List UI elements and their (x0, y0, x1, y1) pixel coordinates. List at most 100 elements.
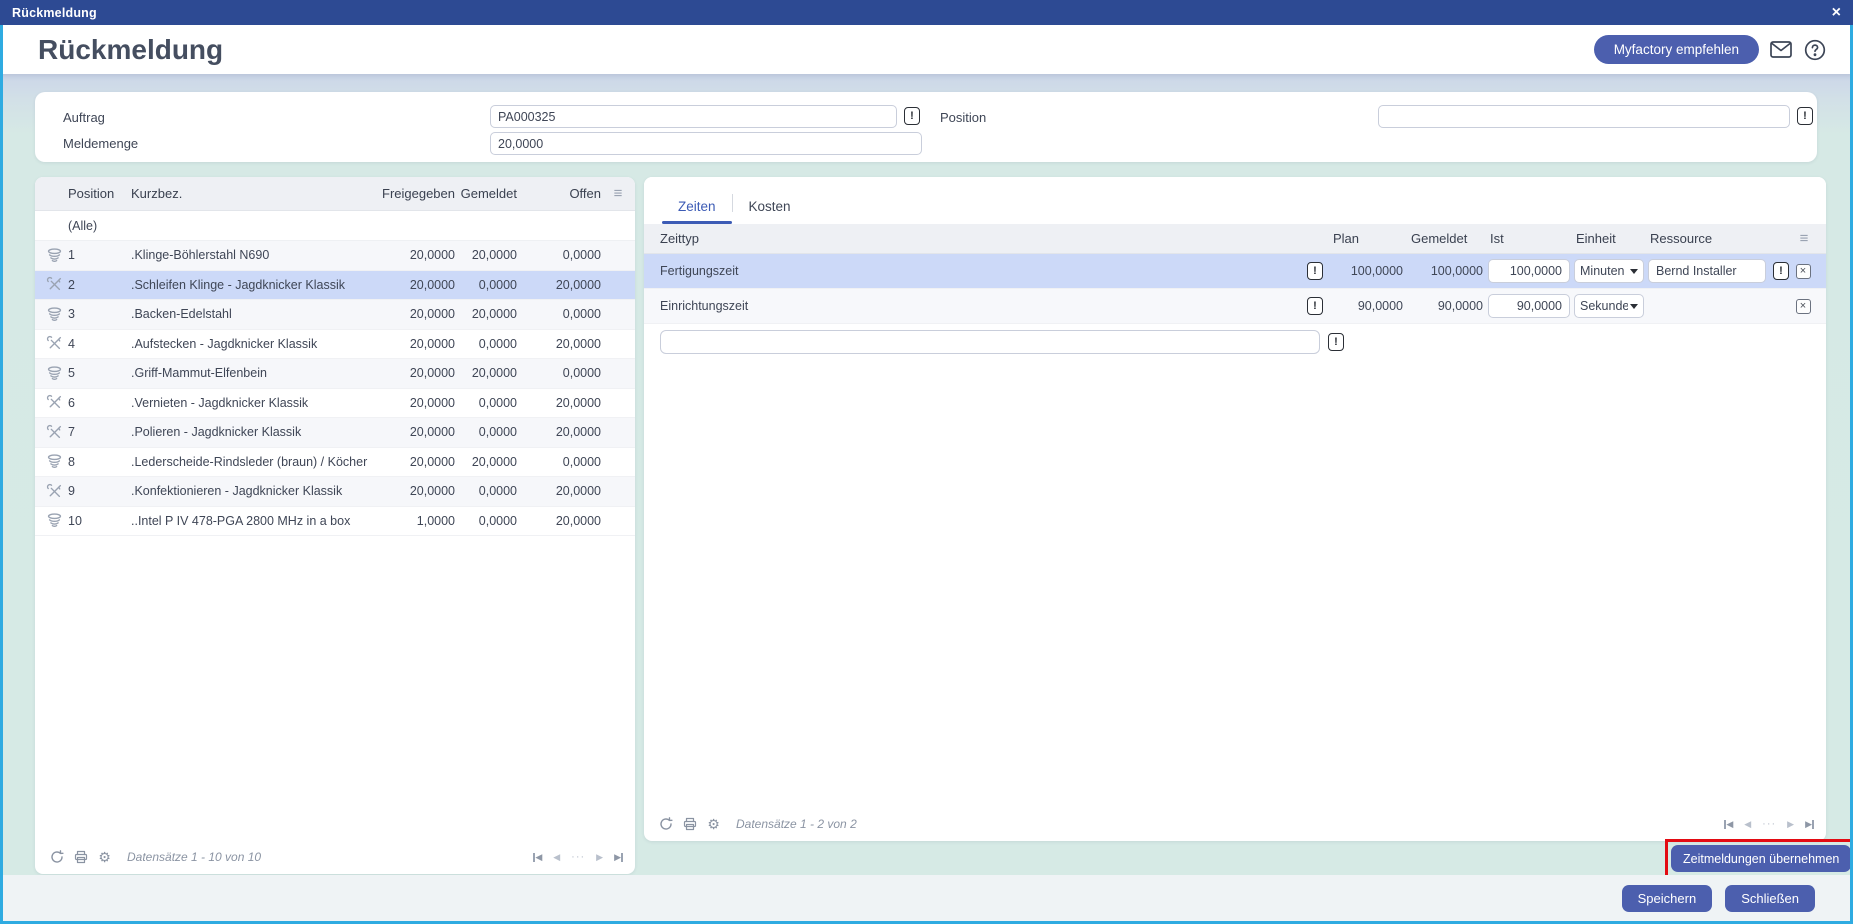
ressource-input[interactable] (1648, 259, 1766, 283)
record-count: Datensätze 1 - 2 von 2 (736, 817, 857, 831)
table-row[interactable]: 4 .Aufstecken - Jagdknicker Klassik 20,0… (35, 330, 635, 359)
next-page-icon[interactable]: ▶ (596, 852, 603, 862)
material-icon (35, 512, 63, 529)
material-icon (35, 247, 63, 264)
pagination: ◀ ◀ ··· ▶ ▶ (1724, 818, 1814, 830)
position-input[interactable] (1378, 105, 1790, 128)
table-row[interactable]: 8 .Lederscheide-Rindsleder (braun) / Köc… (35, 448, 635, 477)
save-button[interactable]: Speichern (1621, 884, 1713, 912)
col-gemeldet[interactable]: Gemeldet (1405, 231, 1485, 246)
col-ressource[interactable]: Ressource (1650, 231, 1768, 246)
auftrag-detail-button[interactable]: ! (904, 107, 920, 125)
table-row[interactable]: 5 .Griff-Mammut-Elfenbein 20,0000 20,000… (35, 359, 635, 389)
page-title: Rückmeldung (38, 33, 224, 65)
last-page-icon[interactable]: ▶ (1805, 819, 1814, 829)
new-row-detail-button[interactable]: ! (1328, 332, 1344, 351)
tools-icon (35, 394, 63, 411)
ressource-detail-button[interactable]: ! (1773, 262, 1789, 280)
auftrag-input[interactable] (490, 105, 897, 128)
close-button[interactable]: Schließen (1725, 884, 1815, 912)
einheit-select[interactable]: Sekunden (1574, 294, 1644, 318)
apply-highlight-box: Zeitmeldungen übernehmen (1665, 839, 1853, 878)
col-freigegeben[interactable]: Freigegeben (369, 186, 455, 201)
column-menu-icon[interactable]: ≡ (601, 186, 635, 201)
table-row[interactable]: 10 ..Intel P IV 478-PGA 2800 MHz in a bo… (35, 507, 635, 536)
time-row[interactable]: Einrichtungszeit ! 90,0000 90,0000 Sekun… (644, 289, 1826, 324)
column-menu-icon[interactable]: ≡ (1800, 231, 1809, 246)
window-titlebar: Rückmeldung × (0, 0, 1853, 25)
more-pages-icon[interactable]: ··· (571, 851, 585, 863)
col-zeittyp[interactable]: Zeittyp (660, 231, 1309, 246)
row-detail-button[interactable]: ! (1307, 297, 1323, 315)
material-icon (35, 453, 63, 470)
tab-kosten[interactable]: Kosten (733, 199, 807, 224)
table-row[interactable]: 7 .Polieren - Jagdknicker Klassik 20,000… (35, 418, 635, 448)
col-position[interactable]: Position (63, 186, 131, 201)
last-page-icon[interactable]: ▶ (614, 852, 623, 862)
next-page-icon[interactable]: ▶ (1787, 819, 1794, 829)
tab-zeiten[interactable]: Zeiten (662, 199, 732, 224)
chevron-down-icon (1630, 268, 1638, 274)
table-row[interactable]: 3 .Backen-Edelstahl 20,0000 20,0000 0,00… (35, 300, 635, 330)
settings-gear-icon[interactable]: ⚙ (706, 816, 721, 832)
first-page-icon[interactable]: ◀ (533, 852, 542, 862)
content-area: Auftrag ! Position ! Meldemenge Position… (0, 74, 1853, 924)
help-icon[interactable] (1803, 38, 1827, 62)
col-einheit[interactable]: Einheit (1576, 231, 1646, 246)
new-zeittyp-input[interactable] (660, 329, 1320, 354)
table-row[interactable]: 6 .Vernieten - Jagdknicker Klassik 20,00… (35, 389, 635, 418)
col-ist[interactable]: Ist (1490, 231, 1572, 246)
print-icon[interactable] (73, 850, 88, 865)
table-row[interactable]: 1 .Klinge-Böhlerstahl N690 20,0000 20,00… (35, 241, 635, 271)
table-row-selected[interactable]: 2 .Schleifen Klinge - Jagdknicker Klassi… (35, 270, 635, 300)
pagination: ◀ ◀ ··· ▶ ▶ (533, 851, 623, 863)
settings-gear-icon[interactable]: ⚙ (97, 849, 112, 865)
print-icon[interactable] (682, 817, 697, 832)
order-form-card: Auftrag ! Position ! Meldemenge (35, 92, 1817, 162)
new-time-row: ! (644, 324, 1826, 359)
envelope-icon[interactable] (1769, 38, 1793, 62)
delete-row-icon[interactable]: × (1795, 263, 1811, 279)
prev-page-icon[interactable]: ◀ (553, 852, 560, 862)
ist-input[interactable] (1488, 294, 1570, 318)
record-count: Datensätze 1 - 10 von 10 (127, 850, 262, 864)
window-title: Rückmeldung (12, 5, 97, 20)
col-plan[interactable]: Plan (1333, 231, 1405, 246)
detail-panel: Zeiten Kosten Zeittyp Plan Gemeldet Ist … (644, 177, 1826, 841)
page-header: Rückmeldung Myfactory empfehlen (0, 25, 1853, 74)
col-gemeldet[interactable]: Gemeldet (455, 186, 517, 201)
apply-times-button[interactable]: Zeitmeldungen übernehmen (1671, 845, 1852, 872)
position-detail-button[interactable]: ! (1797, 107, 1813, 125)
filter-row[interactable]: (Alle) (35, 211, 635, 241)
filter-all[interactable]: (Alle) (63, 219, 369, 233)
times-table-header: Zeittyp Plan Gemeldet Ist Einheit Ressou… (644, 224, 1826, 254)
einheit-select[interactable]: Minuten (1574, 259, 1644, 283)
chevron-down-icon (1630, 303, 1638, 309)
times-footer: ⚙ Datensätze 1 - 2 von 2 ◀ ◀ ··· ▶ ▶ (644, 811, 1826, 841)
first-page-icon[interactable]: ◀ (1724, 819, 1733, 829)
positions-table-header: Position Kurzbez. Freigegeben Gemeldet O… (35, 177, 635, 211)
prev-page-icon[interactable]: ◀ (1744, 819, 1751, 829)
refresh-icon[interactable] (658, 817, 673, 832)
meldemenge-input[interactable] (490, 132, 922, 155)
col-kurzbez[interactable]: Kurzbez. (131, 186, 369, 201)
row-detail-button[interactable]: ! (1307, 262, 1323, 280)
ist-input[interactable] (1488, 259, 1570, 283)
material-icon (35, 365, 63, 382)
positions-footer: ⚙ Datensätze 1 - 10 von 10 ◀ ◀ ··· ▶ ▶ (35, 844, 635, 874)
more-pages-icon[interactable]: ··· (1762, 818, 1776, 830)
detail-tabs: Zeiten Kosten (644, 177, 1826, 224)
header-actions: Myfactory empfehlen (1593, 35, 1827, 64)
delete-row-icon[interactable]: × (1795, 298, 1811, 314)
meldemenge-label: Meldemenge (63, 136, 139, 151)
rueckmeldung-window: Rückmeldung × Rückmeldung Myfactory empf… (0, 0, 1853, 924)
table-row[interactable]: 9 .Konfektionieren - Jagdknicker Klassik… (35, 477, 635, 507)
time-row-selected[interactable]: Fertigungszeit ! 100,0000 100,0000 Minut… (644, 254, 1826, 289)
window-close-icon[interactable]: × (1832, 4, 1841, 21)
recommend-button[interactable]: Myfactory empfehlen (1593, 35, 1759, 64)
auftrag-label: Auftrag (63, 110, 105, 125)
tools-icon (35, 335, 63, 352)
tools-icon (35, 276, 63, 293)
col-offen[interactable]: Offen (517, 186, 601, 201)
refresh-icon[interactable] (49, 850, 64, 865)
